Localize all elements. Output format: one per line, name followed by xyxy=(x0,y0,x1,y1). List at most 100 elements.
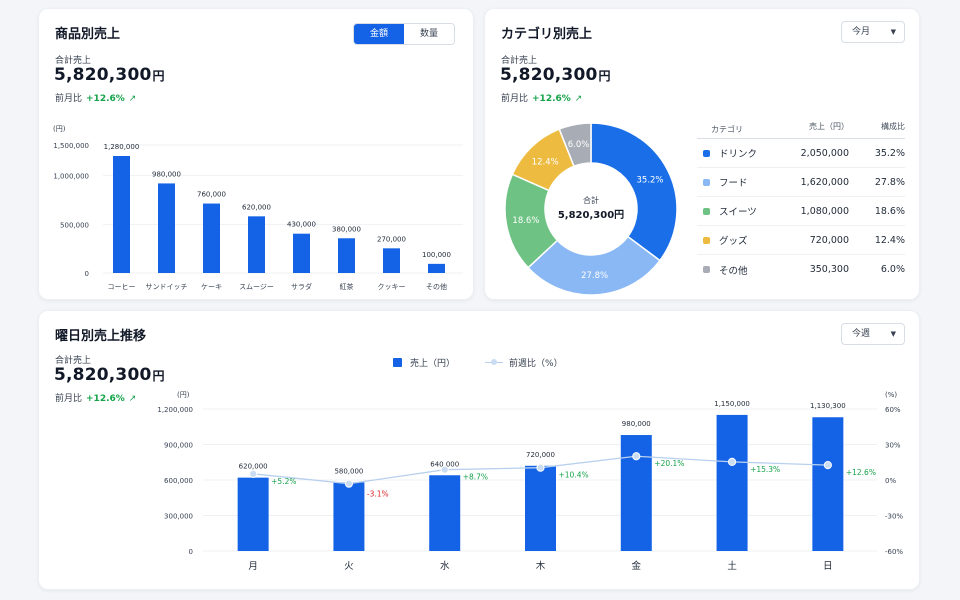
category-ratio: 35.2% xyxy=(874,147,905,159)
header-sales: 売上（円） xyxy=(809,122,849,131)
bar[interactable] xyxy=(338,238,355,273)
category-table-row: その他 350,300 6.0% xyxy=(697,255,905,284)
x-tick-label: 木 xyxy=(536,560,546,572)
wow-label: +15.3% xyxy=(750,465,780,474)
wow-point[interactable] xyxy=(249,469,258,478)
bar[interactable] xyxy=(203,203,220,273)
y-right-tick-label: -30% xyxy=(885,513,903,521)
y-right-tick-label: -60% xyxy=(885,548,903,556)
y-axis-unit-label: (円) xyxy=(53,125,66,133)
category-donut-chart: 35.2% 27.8% 18.6% 12.4% 6.0% 合計 5,820,300円 xyxy=(504,122,678,296)
x-tick-label: 日 xyxy=(823,561,833,572)
y-right-tick-label: 30% xyxy=(885,442,901,450)
chevron-down-icon: ▼ xyxy=(890,28,896,36)
y-tick-label: 500,000 xyxy=(60,221,89,229)
category-name: ドリンク xyxy=(697,146,789,160)
slice-percent-label: 35.2% xyxy=(637,175,664,185)
wow-point[interactable] xyxy=(536,463,545,472)
bar[interactable] xyxy=(333,482,365,551)
y-left-tick-label: 0 xyxy=(189,548,193,556)
bar[interactable] xyxy=(293,233,310,273)
x-tick-label: 水 xyxy=(440,560,450,572)
weekday-combo-chart: (円) (%) 0 300,000 600,000 900,000 1,200,000 -60… xyxy=(157,391,903,572)
slice-percent-label: 27.8% xyxy=(581,271,608,281)
x-tick-label: 火 xyxy=(344,561,354,572)
header-category: カテゴリ xyxy=(711,125,743,134)
category-color-swatch xyxy=(703,266,710,273)
category-sales: 1,620,000 xyxy=(800,176,849,188)
bar-value-label: 380,000 xyxy=(332,225,361,233)
donut-center-value: 5,820,300円 xyxy=(558,209,624,221)
y-tick-label: 0 xyxy=(85,270,89,278)
bar-value-label: 580,000 xyxy=(334,467,363,475)
x-tick-label: 紅茶 xyxy=(340,282,354,291)
bar[interactable] xyxy=(429,475,461,551)
wow-label: +10.4% xyxy=(559,471,589,480)
wow-label: +8.7% xyxy=(463,473,488,482)
bar-value-label: 270,000 xyxy=(377,235,406,243)
category-sales: 720,000 xyxy=(809,234,849,246)
y-left-tick-label: 1,200,000 xyxy=(157,406,193,414)
category-sales: 350,300 xyxy=(809,264,849,275)
bar[interactable] xyxy=(113,156,130,273)
bar[interactable] xyxy=(158,183,175,273)
slice-percent-label: 18.6% xyxy=(512,216,539,226)
category-label: スイーツ xyxy=(719,207,757,218)
bar-value-label: 1,130,300 xyxy=(810,402,846,410)
y-left-unit-label: (円) xyxy=(177,391,190,399)
category-color-swatch xyxy=(703,178,710,186)
bar[interactable] xyxy=(428,263,445,273)
bar-value-label: 980,000 xyxy=(152,170,181,178)
period-dropdown-month[interactable]: 今月 ▼ xyxy=(841,21,905,43)
category-ratio: 6.0% xyxy=(880,264,905,275)
wow-point[interactable] xyxy=(344,479,354,488)
bar[interactable] xyxy=(248,216,265,273)
wow-point[interactable] xyxy=(823,460,832,470)
bar[interactable] xyxy=(383,248,400,273)
category-sales-card: カテゴリ別売上 今月 ▼ 合計売上 5,820,300円 前月比 +12.6% ↗ 3… xyxy=(484,8,920,300)
category-name: その他 xyxy=(697,263,789,277)
weekday-sales-card: 曜日別売上推移 今週 ▼ 合計売上 5,820,300円 前月比 +12.6% ↗ 売… xyxy=(38,310,920,590)
header-ratio: 構成比 xyxy=(881,122,905,131)
x-tick-label: コーヒー xyxy=(108,283,136,291)
bar[interactable] xyxy=(812,417,844,551)
category-table-header: カテゴリ 売上（円） 構成比 xyxy=(697,121,905,139)
wow-point[interactable] xyxy=(440,465,449,474)
category-color-swatch xyxy=(703,149,710,157)
category-name: フード xyxy=(697,175,789,189)
bar-value-label: 980,000 xyxy=(622,420,651,428)
wow-label: +5.2% xyxy=(271,477,296,486)
category-label: グッズ xyxy=(719,236,748,247)
bar-value-label: 430,000 xyxy=(287,221,316,229)
x-tick-label: サンドイッチ xyxy=(146,283,188,291)
trend-up-icon: ↗ xyxy=(574,94,583,104)
category-name: スイーツ xyxy=(697,204,789,218)
x-tick-label: 土 xyxy=(727,560,737,572)
bar-value-label: 620,000 xyxy=(239,463,268,471)
donut-slice[interactable] xyxy=(590,122,678,262)
wow-label: +12.6% xyxy=(846,468,876,477)
y-left-tick-label: 300,000 xyxy=(164,513,193,521)
wow-point[interactable] xyxy=(727,457,737,466)
wow-point[interactable] xyxy=(632,452,641,461)
y-left-tick-label: 900,000 xyxy=(164,442,193,450)
y-right-unit-label: (%) xyxy=(885,391,897,399)
category-color-swatch xyxy=(703,207,710,215)
slice-percent-label: 6.0% xyxy=(568,140,590,150)
y-right-tick-label: 0% xyxy=(885,477,896,485)
category-ratio: 12.4% xyxy=(874,234,905,246)
bar[interactable] xyxy=(716,414,748,551)
wow-label: -3.1% xyxy=(367,490,389,499)
category-table-row: フード 1,620,000 27.8% xyxy=(697,168,905,197)
bar-value-label: 720,000 xyxy=(526,451,555,459)
product-bar-chart: (円) 0 500,000 1,000,000 1,500,000 1,280,000 コー… xyxy=(53,125,463,291)
bar-value-label: 760,000 xyxy=(197,191,226,199)
bar[interactable] xyxy=(525,465,556,551)
x-tick-label: 金 xyxy=(632,560,642,572)
category-table-row: グッズ 720,000 12.4% xyxy=(697,226,905,255)
y-left-tick-label: 600,000 xyxy=(164,477,193,485)
donut-center-label: 合計 xyxy=(583,195,599,205)
bar[interactable] xyxy=(237,477,269,551)
bar-value-label: 100,000 xyxy=(422,251,451,259)
category-label: その他 xyxy=(719,265,748,277)
